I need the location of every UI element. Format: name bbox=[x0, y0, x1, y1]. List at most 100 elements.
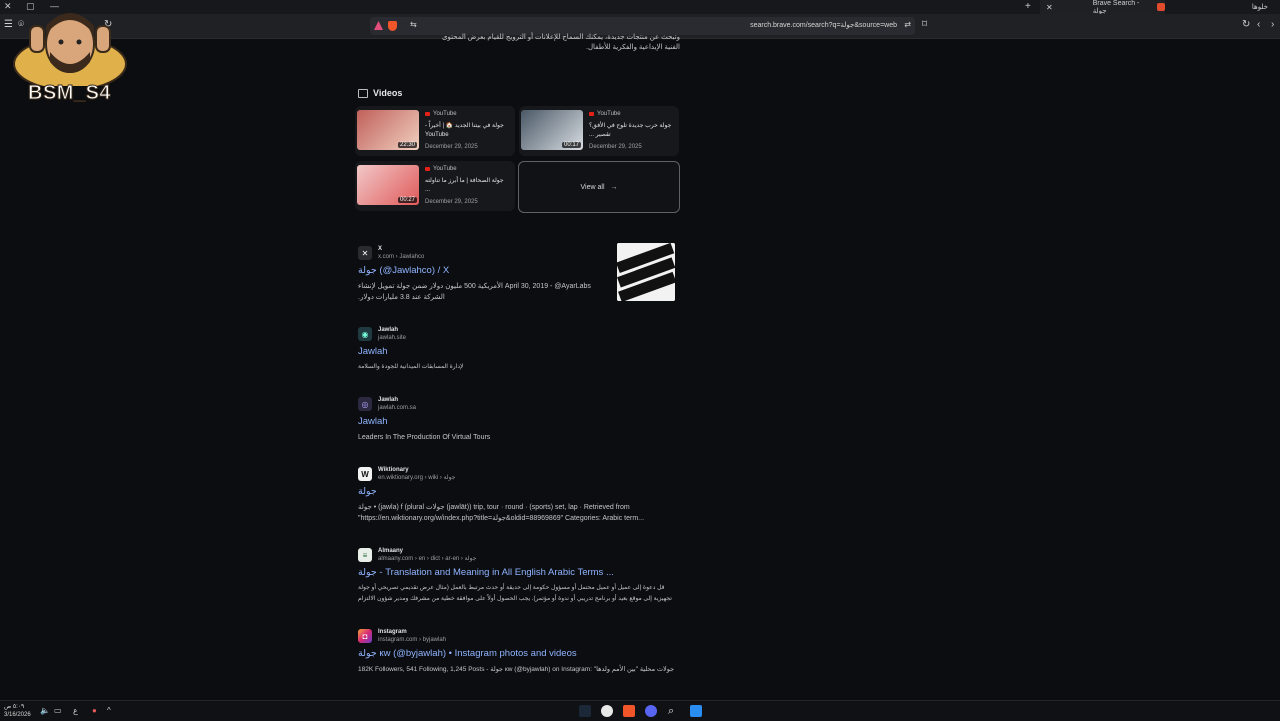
videos-heading: Videos bbox=[358, 88, 402, 98]
microphone-icon[interactable]: ● bbox=[92, 706, 97, 715]
almaany-logo-icon: ≡ bbox=[358, 548, 372, 562]
result-description: 182K Followers, 541 Following, 1,245 Pos… bbox=[358, 666, 675, 673]
youtube-icon bbox=[589, 112, 594, 116]
video-card[interactable]: 00:17 YouTube جولة حرب جديدة تلوح في الأ… bbox=[519, 106, 679, 156]
search-result-instagram: ◘ Instagram instagram.com › byjawlah جول… bbox=[358, 628, 680, 675]
video-card[interactable]: 22:30 YouTube جولة في بيتنا الجديد 🏠 | أ… bbox=[355, 106, 515, 156]
result-site-name: X bbox=[378, 246, 383, 252]
top-snippet-line1: وتبحث عن منتجات جديدة، يمكنك السماح للإع… bbox=[441, 34, 680, 41]
video-date: December 29, 2025 bbox=[425, 199, 478, 205]
language-indicator[interactable]: ع bbox=[73, 706, 78, 715]
see-whats-happening-image bbox=[617, 243, 675, 301]
windows-taskbar: ٥:٠٩ ص 3/16/2026 🔈 ▭ ع ● ^ ⌕ bbox=[0, 700, 1280, 721]
result-url-path[interactable]: jawlah.com.sa bbox=[378, 404, 416, 412]
videos-heading-label: Videos bbox=[373, 88, 403, 98]
video-duration: 00:17 bbox=[561, 142, 581, 148]
video-date: December 29, 2025 bbox=[589, 144, 642, 150]
forward-icon[interactable]: ‹ bbox=[1257, 19, 1260, 30]
url-text[interactable]: search.brave.com/search?q=جولة&source=we… bbox=[750, 21, 897, 29]
wiktionary-logo-icon: W bbox=[358, 467, 372, 481]
video-source: YouTube bbox=[425, 111, 457, 117]
jawlah-logo-icon: ◉ bbox=[358, 327, 372, 341]
steam-taskbar-icon[interactable] bbox=[579, 705, 591, 717]
instagram-logo-icon: ◘ bbox=[358, 629, 372, 643]
search-result-almaany: ≡ Almaany almaany.com › en › dict › ar-e… bbox=[358, 547, 680, 605]
network-icon[interactable]: ▭ bbox=[54, 706, 62, 715]
result-url-path[interactable]: jawlah.site bbox=[378, 334, 406, 342]
result-site-name: Wiktionary bbox=[378, 467, 409, 473]
search-taskbar-icon[interactable]: ⌕ bbox=[668, 705, 680, 717]
new-tab-icon[interactable]: + bbox=[1025, 1, 1031, 12]
result-title-link[interactable]: جولة bbox=[358, 486, 680, 497]
result-url-path[interactable]: x.com › Jawlahco bbox=[378, 253, 424, 261]
result-description: لإدارة المسابقات الميدانية للجودة والسلا… bbox=[358, 364, 464, 370]
volume-icon[interactable]: 🔈 bbox=[40, 706, 50, 715]
brave-shields-icon[interactable] bbox=[388, 21, 397, 31]
result-site-name: Instagram bbox=[378, 629, 407, 635]
video-source-label: YouTube bbox=[433, 166, 457, 172]
result-site-name: Almaany bbox=[378, 548, 404, 554]
result-title-link[interactable]: Jawlah bbox=[358, 346, 680, 357]
result-site-name: Jawlah bbox=[378, 327, 399, 333]
result-title-link[interactable]: جولة (@Jawlahco) / X bbox=[358, 265, 608, 276]
video-title[interactable]: جولة في بيتنا الجديد 🏠 | أخيراً - YouTub… bbox=[425, 122, 509, 140]
youtube-icon bbox=[425, 112, 430, 116]
x-logo-icon: ✕ bbox=[358, 246, 372, 260]
chrome-taskbar-icon[interactable] bbox=[601, 705, 613, 717]
video-thumbnail[interactable]: 00:27 bbox=[357, 165, 419, 205]
window-label: خلوها bbox=[1251, 4, 1268, 11]
video-source-label: YouTube bbox=[597, 111, 621, 117]
title-bar: ✕ ▢ — + ✕ Brave Search - جولة خلوها bbox=[0, 0, 1280, 15]
reload-icon[interactable]: ↻ bbox=[1242, 19, 1250, 30]
video-source-label: YouTube bbox=[433, 111, 457, 117]
arrow-right-icon: → bbox=[610, 183, 618, 191]
tab-brave-search[interactable]: ✕ Brave Search - جولة bbox=[1040, 0, 1165, 15]
video-date: December 29, 2025 bbox=[425, 144, 478, 150]
result-title-link[interactable]: جولة кw (@byjawlah) • Instagram photos a… bbox=[358, 648, 680, 659]
video-card[interactable]: 00:27 YouTube جولة الصحافة | ما أبرز ما … bbox=[355, 161, 515, 211]
share-icon[interactable]: ⇄ bbox=[904, 20, 911, 29]
clock-date: 3/16/2026 bbox=[4, 712, 31, 718]
jawlah-logo-icon: ◎ bbox=[358, 397, 372, 411]
video-source: YouTube bbox=[425, 166, 457, 172]
view-all-label: View all bbox=[580, 183, 605, 191]
search-result-jawlah-com-sa: ◎ Jawlah jawlah.com.sa Jawlah Leaders In… bbox=[358, 396, 680, 443]
show-hidden-icons-icon[interactable]: ^ bbox=[107, 706, 111, 715]
clock-time: ٥:٠٩ ص bbox=[4, 704, 25, 710]
result-url-path[interactable]: instagram.com › byjawlah bbox=[378, 636, 446, 644]
result-thumbnail[interactable] bbox=[617, 243, 675, 301]
top-snippet-line2: الفنية الإبداعية والفكرية للأطفال. bbox=[586, 44, 680, 51]
close-tab-icon[interactable]: ✕ bbox=[1046, 3, 1053, 12]
view-all-videos-button[interactable]: View all → bbox=[518, 161, 680, 213]
brave-favicon-icon bbox=[1157, 3, 1165, 11]
result-url-path[interactable]: almaany.com › en › dict › ar-en › جولة bbox=[378, 555, 476, 563]
result-title-link[interactable]: Jawlah bbox=[358, 416, 680, 427]
result-description: جولة • (jawla) f (plural جولات (jawlāt))… bbox=[358, 504, 645, 522]
brave-taskbar-icon[interactable] bbox=[623, 705, 635, 717]
result-site-name: Jawlah bbox=[378, 397, 399, 403]
video-duration: 22:30 bbox=[397, 142, 417, 148]
videos-icon bbox=[358, 88, 368, 98]
video-thumbnail[interactable]: 22:30 bbox=[357, 110, 419, 150]
result-description: April 30, 2019 - @AyarLabs الأمريكية 500… bbox=[358, 283, 591, 301]
windows-start-icon[interactable] bbox=[690, 705, 702, 717]
result-description: Leaders In The Production Of Virtual Tou… bbox=[358, 434, 491, 441]
video-title[interactable]: جولة حرب جديدة تلوح في الأفق؟ تقصير ... bbox=[589, 122, 673, 140]
tab-title: Brave Search - جولة bbox=[1092, 0, 1140, 15]
search-result-wiktionary: W Wiktionary en.wiktionary.org › wiki › … bbox=[358, 466, 680, 524]
result-title-link[interactable]: جولة - Translation and Meaning in All En… bbox=[358, 567, 680, 578]
video-title[interactable]: جولة الصحافة | ما أبرز ما تناولته ... bbox=[425, 177, 509, 195]
back-icon[interactable]: › bbox=[1271, 19, 1274, 30]
bookmark-icon[interactable]: ⌑ bbox=[922, 19, 927, 30]
youtube-icon bbox=[425, 167, 430, 171]
taskbar-clock[interactable]: ٥:٠٩ ص 3/16/2026 bbox=[4, 703, 31, 719]
video-duration: 00:27 bbox=[397, 197, 417, 203]
result-description: قل دعوة إلى عميل أو عميل محتمل أو مسؤول … bbox=[358, 585, 672, 602]
site-settings-icon[interactable]: ⇆ bbox=[410, 20, 417, 29]
video-thumbnail[interactable]: 00:17 bbox=[521, 110, 583, 150]
result-url-path[interactable]: en.wiktionary.org › wiki › جولة bbox=[378, 474, 455, 482]
discord-taskbar-icon[interactable] bbox=[645, 705, 657, 717]
video-source: YouTube bbox=[589, 111, 621, 117]
search-result-jawlah-site: ◉ Jawlah jawlah.site Jawlah لإدارة المسا… bbox=[358, 326, 680, 373]
brave-rewards-icon[interactable] bbox=[374, 21, 383, 30]
